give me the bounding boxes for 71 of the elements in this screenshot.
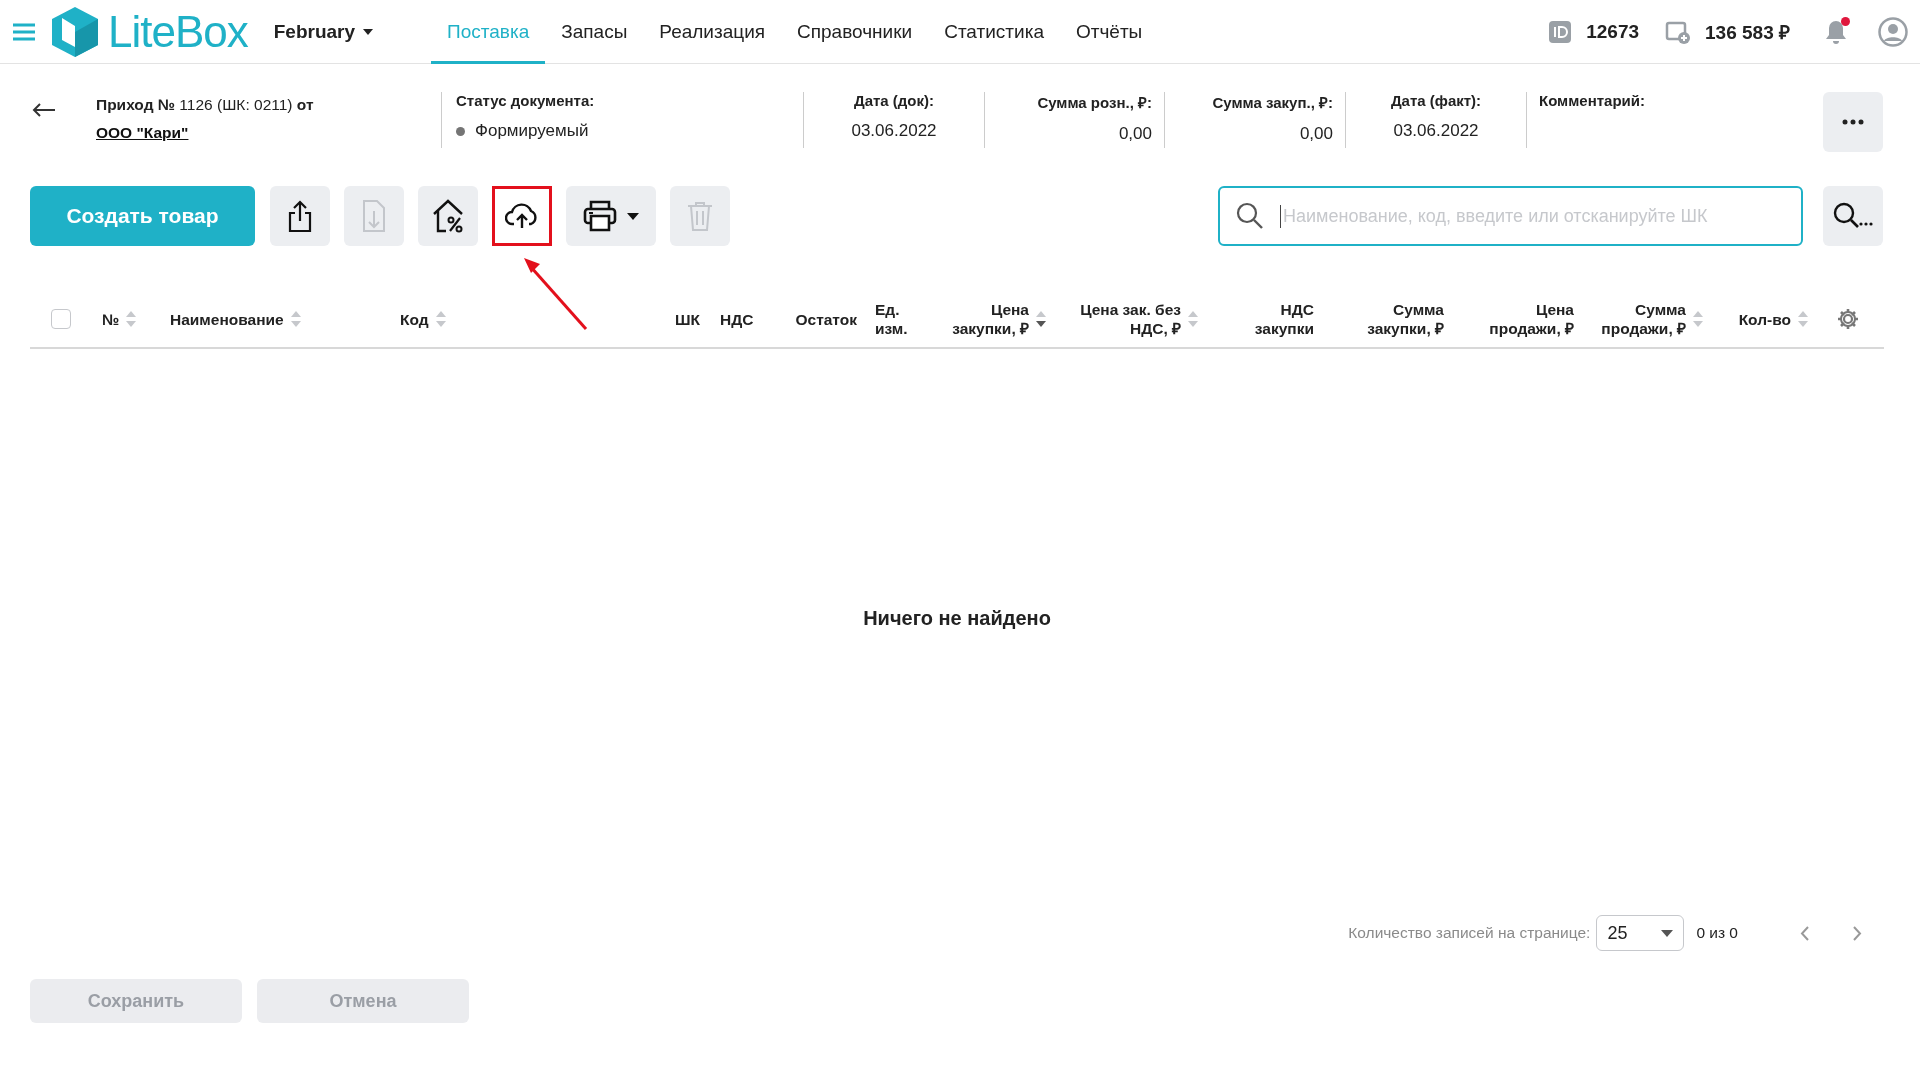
sort-icon[interactable]	[1035, 310, 1047, 328]
balance: 136 583 ₽	[1705, 20, 1790, 45]
field-value: 03.06.2022	[851, 121, 937, 141]
column-header: Ед. изм.	[875, 300, 908, 338]
field-value: 0,00	[1299, 124, 1333, 144]
house-percent-button[interactable]	[418, 186, 478, 246]
printer-button[interactable]	[566, 186, 656, 246]
nav-tab[interactable]: Реализация	[643, 0, 782, 64]
user-id: 12673	[1586, 20, 1640, 43]
column-header: ШК	[675, 309, 701, 329]
back-arrow-icon[interactable]	[32, 103, 56, 117]
nav-tab[interactable]: Справочники	[781, 0, 929, 64]
settings-icon[interactable]	[1837, 308, 1859, 330]
document-download-icon	[362, 199, 386, 233]
field-label: Дата (факт):	[1390, 92, 1482, 109]
share-icon	[288, 199, 312, 233]
id-badge-icon	[1548, 19, 1573, 44]
field-value: 03.06.2022	[1393, 121, 1479, 141]
nav-tab[interactable]: Запасы	[545, 0, 644, 64]
column-header: НДС закупки	[1254, 300, 1314, 338]
app-logo-text: LiteBox	[108, 6, 248, 57]
field-label: Статус документа:	[456, 92, 595, 109]
select-all-checkbox[interactable]	[51, 309, 71, 329]
chevron-right-icon	[1853, 925, 1862, 941]
column-header[interactable]: Сумма продажи, ₽	[1601, 300, 1686, 338]
field-label: Комментарий:	[1539, 92, 1645, 109]
advanced-search-button[interactable]	[1823, 186, 1883, 246]
column-header: Сумма закупки, ₽	[1367, 300, 1444, 338]
column-header[interactable]: Кол-во	[1738, 309, 1791, 329]
column-header: Остаток	[795, 309, 857, 329]
page-size-label: Количество записей на странице:	[1348, 924, 1591, 942]
status-dot	[456, 126, 465, 136]
status-value: Формируемый	[475, 121, 589, 141]
column-header[interactable]: Цена зак. без НДС, ₽	[1080, 300, 1181, 338]
column-header: НДС	[720, 309, 754, 329]
search-icon	[1236, 202, 1264, 230]
field-label: Сумма закуп., ₽:	[1212, 93, 1333, 112]
menu-icon[interactable]	[12, 22, 36, 41]
store-selector[interactable]: February	[273, 20, 374, 43]
search-more-icon	[1833, 202, 1873, 230]
field-label: Дата (док):	[853, 92, 935, 109]
cloud-upload-icon	[505, 202, 539, 230]
nav-tab[interactable]: Отчёты	[1059, 0, 1159, 64]
caret-icon	[627, 212, 639, 220]
house-percent-icon	[431, 198, 465, 234]
column-header: Цена продажи, ₽	[1489, 300, 1574, 338]
column-header[interactable]: Цена закупки, ₽	[952, 300, 1029, 338]
caret-icon	[363, 28, 374, 35]
nav-tab[interactable]: Статистика	[928, 0, 1060, 64]
column-header[interactable]: Код	[400, 309, 429, 329]
field-value: 0,00	[1118, 124, 1152, 144]
avatar-icon[interactable]	[1878, 16, 1908, 47]
search-box[interactable]: Наименование, код, введите или отсканируйте ШК	[1218, 186, 1803, 246]
column-header[interactable]: №	[102, 309, 120, 329]
share-button[interactable]	[270, 186, 330, 246]
column-header[interactable]: Наименование	[170, 309, 284, 329]
bell-icon[interactable]	[1824, 18, 1848, 45]
document-title: Приход № 1126 (ШК: 0211) от	[96, 95, 315, 115]
more-button[interactable]	[1823, 92, 1883, 152]
cloud-upload-button[interactable]	[492, 186, 552, 246]
field-label: Сумма розн., ₽:	[1037, 93, 1152, 112]
supplier-link[interactable]: ООО "Кари"	[96, 124, 189, 141]
trash-icon	[687, 201, 713, 231]
caret-icon	[1661, 929, 1674, 937]
page-range: 0 из 0	[1696, 924, 1738, 942]
page-size-select[interactable]: 25	[1596, 915, 1685, 951]
chevron-left-icon	[1800, 925, 1809, 941]
empty-message: Ничего не найдено	[863, 607, 1051, 630]
printer-icon	[583, 200, 617, 232]
cube-logo-icon	[50, 5, 100, 58]
more-icon	[1842, 119, 1864, 125]
